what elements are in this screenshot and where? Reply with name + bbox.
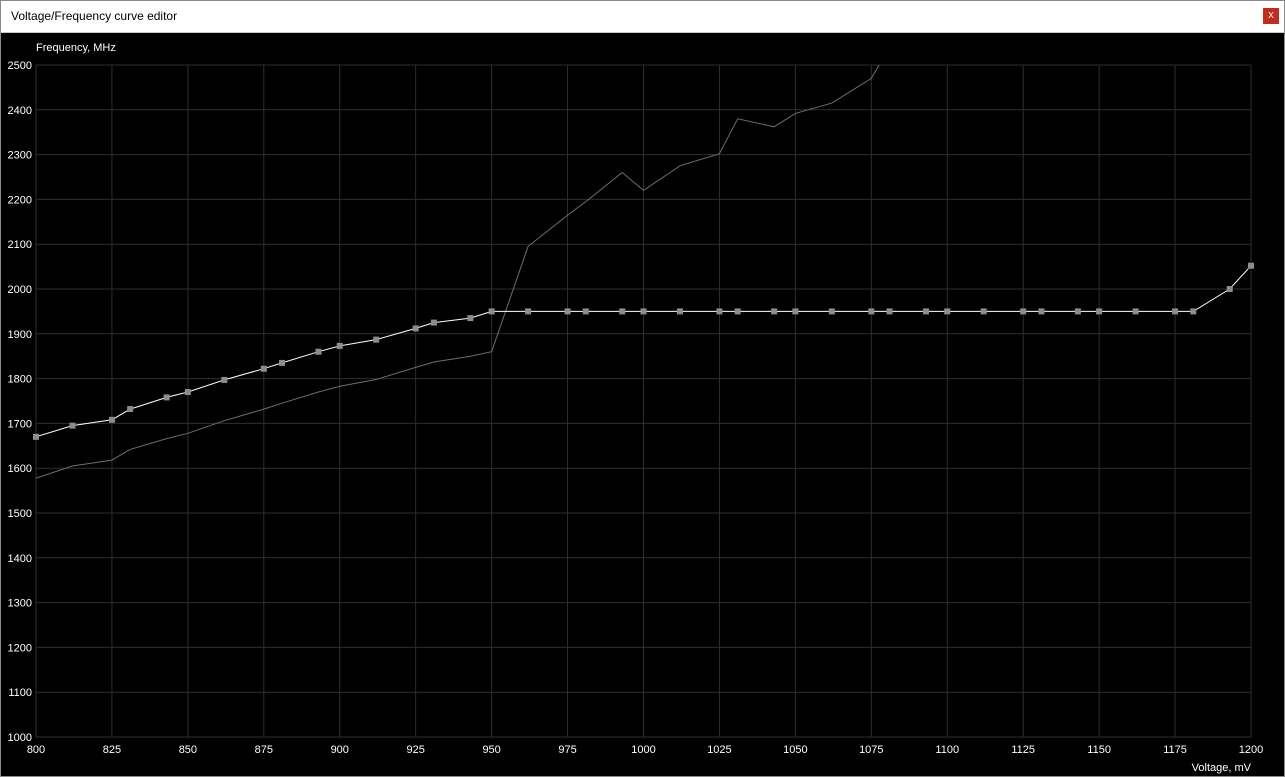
curve-point-handle[interactable]	[619, 308, 626, 315]
curve-point-handle[interactable]	[430, 319, 437, 326]
curve-point-handle[interactable]	[1172, 308, 1179, 315]
curve-point-handle[interactable]	[886, 308, 893, 315]
y-tick-label: 1200	[8, 642, 32, 654]
curve-point-handle[interactable]	[1226, 286, 1233, 292]
y-tick-label: 2500	[8, 60, 32, 72]
x-tick-label: 875	[255, 744, 273, 756]
x-axis-ticks: 800 825 850 875 900 925 950 975 1000 1025 1050 1075…	[27, 744, 1263, 756]
curve-point-handle[interactable]	[1132, 308, 1139, 315]
vf-curve-chart[interactable]: 1000 1100 1200 1300 1400 1500 1600 1700 1800 1900…	[1, 33, 1284, 777]
curve-point-handle[interactable]	[488, 308, 495, 315]
curve-point-handle[interactable]	[467, 315, 474, 322]
curve-point-handle[interactable]	[828, 308, 835, 315]
x-tick-label: 1175	[1163, 744, 1187, 756]
x-tick-label: 900	[331, 744, 349, 756]
vf-curve-editor-window: Voltage/Frequency curve editor x 1000 110…	[0, 0, 1285, 777]
x-tick-label: 1025	[707, 744, 731, 756]
curve-point-handle[interactable]	[525, 308, 532, 315]
y-tick-label: 1600	[8, 463, 32, 475]
curve-point-handle[interactable]	[564, 308, 571, 315]
curve-point-handle[interactable]	[734, 308, 741, 315]
x-tick-label: 925	[407, 744, 425, 756]
x-tick-label: 1125	[1011, 744, 1035, 756]
y-tick-label: 2400	[8, 105, 32, 117]
y-tick-label: 1100	[8, 687, 32, 699]
y-tick-label: 2300	[8, 150, 32, 162]
y-tick-label: 1400	[8, 553, 32, 565]
curve-point-handle[interactable]	[582, 308, 589, 315]
x-tick-label: 1150	[1087, 744, 1111, 756]
x-tick-label: 1050	[783, 744, 807, 756]
y-tick-label: 1700	[8, 418, 32, 430]
y-tick-label: 2100	[8, 239, 32, 251]
y-tick-label: 1000	[8, 732, 32, 744]
curve-point-handle[interactable]	[640, 308, 647, 315]
curve-point-handle[interactable]	[1190, 308, 1197, 315]
curve-point-handle[interactable]	[184, 389, 191, 396]
curve-point-handle[interactable]	[1074, 308, 1081, 315]
curve-point-handle[interactable]	[716, 308, 723, 315]
curve-point-handle[interactable]	[1248, 262, 1254, 269]
curve-point-handle[interactable]	[221, 376, 228, 383]
y-tick-label: 1900	[8, 329, 32, 341]
curve-point-handle[interactable]	[944, 308, 951, 315]
default-curve-line	[36, 65, 880, 479]
y-tick-label: 1300	[8, 598, 32, 610]
close-button[interactable]: x	[1263, 8, 1279, 24]
curve-point-handle[interactable]	[792, 308, 799, 315]
curve-point-handle[interactable]	[315, 348, 322, 355]
x-tick-label: 1075	[859, 744, 883, 756]
curve-point-handle[interactable]	[1096, 308, 1103, 315]
y-tick-label: 2200	[8, 194, 32, 206]
x-tick-label: 825	[103, 744, 121, 756]
title-bar[interactable]: Voltage/Frequency curve editor x	[1, 1, 1284, 33]
grid	[35, 64, 1252, 738]
y-tick-label: 1500	[8, 508, 32, 520]
curve-point-handle[interactable]	[1020, 308, 1027, 315]
curve-point-handle[interactable]	[336, 342, 343, 349]
curve-point-handle[interactable]	[676, 308, 683, 315]
x-tick-label: 975	[558, 744, 576, 756]
x-tick-label: 1100	[935, 744, 959, 756]
curve-point-handle[interactable]	[868, 308, 875, 315]
curve-point-handle[interactable]	[260, 365, 267, 372]
y-tick-label: 2000	[8, 284, 32, 296]
curve-point-handle[interactable]	[163, 394, 170, 401]
curve-point-handle[interactable]	[279, 359, 286, 366]
curve-point-handle[interactable]	[127, 406, 134, 413]
x-tick-label: 850	[179, 744, 197, 756]
curve-point-handle[interactable]	[69, 422, 76, 429]
curve-point-handle[interactable]	[771, 308, 778, 315]
curve-point-handle[interactable]	[980, 308, 987, 315]
curve-point-handle[interactable]	[922, 308, 929, 315]
x-tick-label: 1000	[631, 744, 655, 756]
x-tick-label: 1200	[1239, 744, 1263, 756]
curve-point-handle[interactable]	[108, 416, 115, 423]
y-axis-label: Frequency, MHz	[36, 42, 116, 54]
curve-point-handle[interactable]	[412, 325, 419, 332]
curve-point-handle[interactable]	[373, 336, 380, 343]
x-tick-label: 950	[482, 744, 500, 756]
curve-point-handle[interactable]	[1038, 308, 1045, 315]
curve-point-handle[interactable]	[33, 433, 39, 440]
y-tick-label: 1800	[8, 374, 32, 386]
x-tick-label: 800	[27, 744, 45, 756]
x-axis-label: Voltage, mV	[1192, 762, 1252, 774]
window-title: Voltage/Frequency curve editor	[11, 9, 178, 23]
y-axis-ticks: 1000 1100 1200 1300 1400 1500 1600 1700 1800 1900…	[8, 60, 32, 744]
